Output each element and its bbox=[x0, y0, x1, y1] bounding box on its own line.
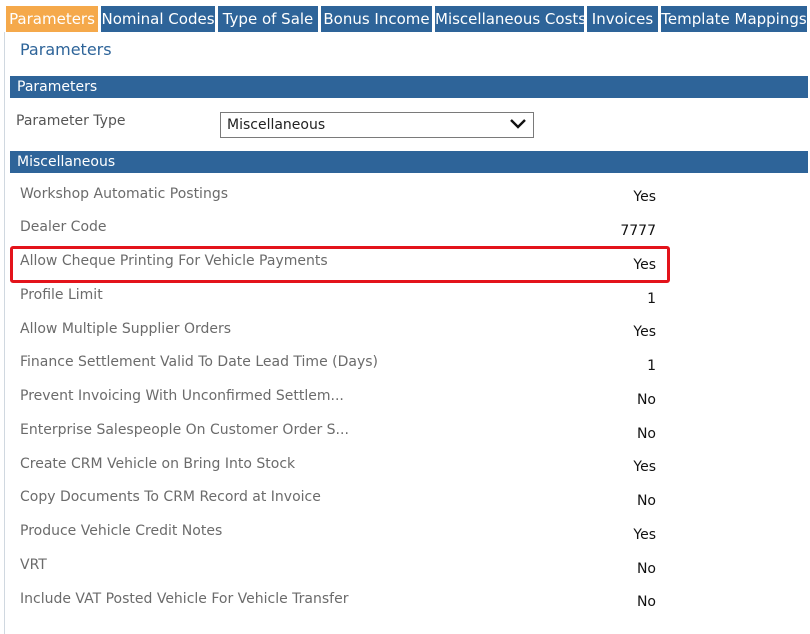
row-value-dealer-code[interactable]: 7777 bbox=[620, 223, 656, 239]
row-label-dealer-code: Dealer Code bbox=[20, 219, 107, 235]
row-value-produce-vehicle-credit-notes[interactable]: Yes bbox=[633, 527, 656, 543]
row-label-copy-documents-crm: Copy Documents To CRM Record at Invoice bbox=[20, 489, 321, 505]
tab-miscellaneous-costs[interactable]: Miscellaneous Costs bbox=[435, 6, 586, 32]
row-value-include-vat-posted-vehicle[interactable]: No bbox=[637, 594, 656, 610]
row-label-workshop-automatic-postings: Workshop Automatic Postings bbox=[20, 186, 229, 202]
parameters-section-header: Parameters bbox=[10, 76, 808, 98]
miscellaneous-section-header: Miscellaneous bbox=[10, 151, 808, 173]
tab-bonus-income[interactable]: Bonus Income bbox=[321, 6, 432, 32]
tab-template-mappings[interactable]: Template Mappings bbox=[661, 6, 807, 32]
row-label-produce-vehicle-credit-notes: Produce Vehicle Credit Notes bbox=[20, 523, 223, 539]
row-value-enterprise-salespeople[interactable]: No bbox=[637, 426, 656, 442]
left-divider bbox=[4, 32, 5, 634]
row-label-prevent-invoicing-unconfirmed: Prevent Invoicing With Unconfirmed Settl… bbox=[20, 388, 344, 404]
page-title: Parameters bbox=[20, 40, 112, 59]
row-label-vrt: VRT bbox=[20, 557, 47, 573]
row-value-profile-limit[interactable]: 1 bbox=[647, 291, 656, 307]
row-label-enterprise-salespeople: Enterprise Salespeople On Customer Order… bbox=[20, 422, 349, 438]
row-value-workshop-automatic-postings[interactable]: Yes bbox=[633, 189, 656, 205]
row-value-vrt[interactable]: No bbox=[637, 561, 656, 577]
chevron-down-icon bbox=[510, 119, 526, 129]
parameter-type-select[interactable]: Miscellaneous bbox=[220, 112, 534, 138]
row-value-prevent-invoicing-unconfirmed[interactable]: No bbox=[637, 392, 656, 408]
tab-nominal-codes[interactable]: Nominal Codes bbox=[101, 6, 215, 32]
highlight-box bbox=[10, 246, 670, 283]
tab-invoices[interactable]: Invoices bbox=[587, 6, 658, 32]
row-value-finance-settlement-lead-time[interactable]: 1 bbox=[647, 358, 656, 374]
row-label-finance-settlement-lead-time: Finance Settlement Valid To Date Lead Ti… bbox=[20, 354, 378, 370]
row-value-copy-documents-crm[interactable]: No bbox=[637, 493, 656, 509]
row-label-allow-multiple-supplier-orders: Allow Multiple Supplier Orders bbox=[20, 321, 232, 337]
tab-type-of-sale[interactable]: Type of Sale bbox=[218, 6, 318, 32]
row-label-create-crm-vehicle: Create CRM Vehicle on Bring Into Stock bbox=[20, 456, 296, 472]
row-label-include-vat-posted-vehicle: Include VAT Posted Vehicle For Vehicle T… bbox=[20, 591, 349, 607]
parameter-type-value: Miscellaneous bbox=[227, 117, 326, 133]
row-label-profile-limit: Profile Limit bbox=[20, 287, 103, 303]
tab-bar: Parameters Nominal Codes Type of Sale Bo… bbox=[0, 0, 810, 32]
parameter-type-label: Parameter Type bbox=[16, 113, 126, 129]
row-value-allow-multiple-supplier-orders[interactable]: Yes bbox=[633, 324, 656, 340]
tab-parameters[interactable]: Parameters bbox=[6, 6, 98, 32]
row-value-create-crm-vehicle[interactable]: Yes bbox=[633, 459, 656, 475]
